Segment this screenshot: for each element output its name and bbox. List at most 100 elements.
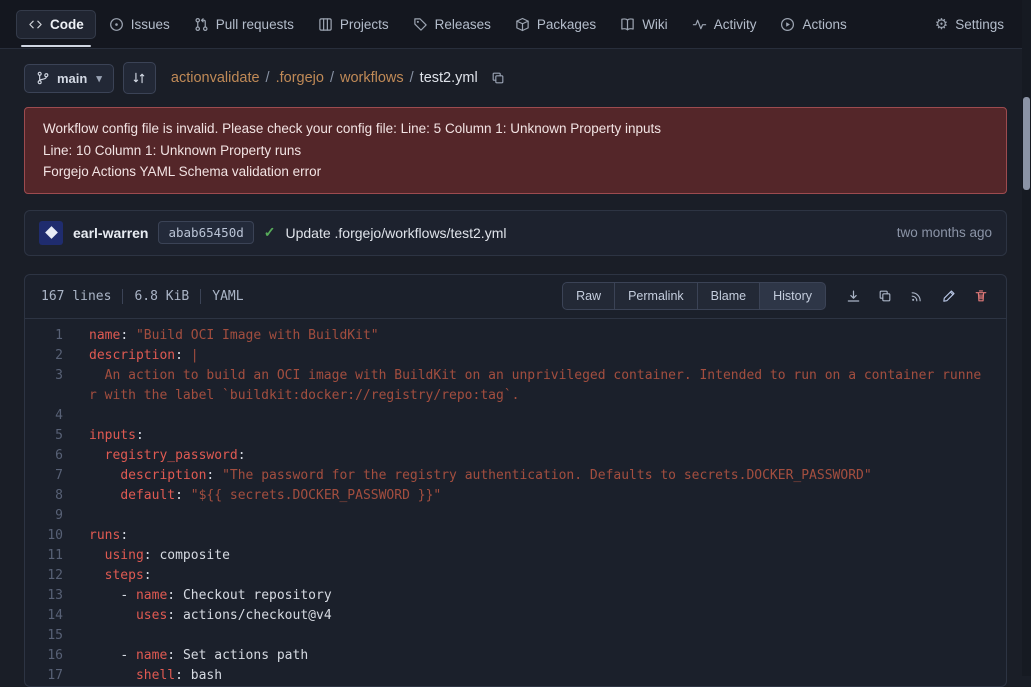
breadcrumb-file-name: test2.yml bbox=[420, 70, 478, 86]
nav-item-label: Releases bbox=[435, 17, 491, 32]
nav-item-label: Projects bbox=[340, 17, 389, 32]
play-circle-icon bbox=[780, 17, 795, 32]
file-size: 6.8 KiB bbox=[134, 289, 189, 304]
package-icon bbox=[515, 17, 530, 32]
code-line: 3 An action to build an OCI image with B… bbox=[25, 366, 1006, 406]
compare-icon bbox=[132, 71, 146, 85]
nav-item-projects[interactable]: Projects bbox=[307, 0, 400, 48]
nav-item-label: Actions bbox=[802, 17, 846, 32]
nav-item-code[interactable]: Code bbox=[16, 10, 96, 39]
code-line: 15 bbox=[25, 626, 1006, 646]
breadcrumb-separator: / bbox=[330, 70, 334, 86]
copy-path-button[interactable] bbox=[491, 71, 505, 85]
delete-button[interactable] bbox=[966, 281, 996, 311]
history-button[interactable]: History bbox=[759, 282, 826, 310]
repo-tab-bar: Code Issues Pull requests Projects Releases P… bbox=[0, 0, 1031, 49]
code-line: 2description: | bbox=[25, 346, 1006, 366]
code-line: 12 steps: bbox=[25, 566, 1006, 586]
divider bbox=[200, 289, 201, 304]
branch-icon bbox=[36, 71, 50, 85]
line-content: description: "The password for the regis… bbox=[77, 466, 1006, 486]
line-number[interactable]: 9 bbox=[25, 506, 77, 526]
commit-message[interactable]: Update .forgejo/workflows/test2.yml bbox=[285, 225, 506, 241]
nav-item-activity[interactable]: Activity bbox=[681, 0, 768, 48]
nav-item-label: Issues bbox=[131, 17, 170, 32]
commit-author[interactable]: earl-warren bbox=[73, 225, 148, 241]
nav-item-issues[interactable]: Issues bbox=[98, 0, 181, 48]
file-header: 167 lines 6.8 KiB YAML RawPermalinkBlame… bbox=[25, 275, 1006, 319]
download-icon bbox=[846, 289, 861, 304]
nav-item-actions[interactable]: Actions bbox=[769, 0, 857, 48]
commit-hash-badge[interactable]: abab65450d bbox=[158, 221, 253, 244]
nav-item-label: Settings bbox=[955, 17, 1004, 32]
line-number[interactable]: 16 bbox=[25, 646, 77, 666]
tag-icon bbox=[413, 17, 428, 32]
nav-item-pull-requests[interactable]: Pull requests bbox=[183, 0, 305, 48]
divider bbox=[122, 289, 123, 304]
download-button[interactable] bbox=[838, 281, 868, 311]
line-content: steps: bbox=[77, 566, 1006, 586]
avatar[interactable] bbox=[39, 221, 63, 245]
commit-status-check-icon[interactable]: ✓ bbox=[264, 224, 276, 241]
nav-item-releases[interactable]: Releases bbox=[402, 0, 502, 48]
nav-item-label: Wiki bbox=[642, 17, 668, 32]
code-line: 5inputs: bbox=[25, 426, 1006, 446]
line-number[interactable]: 15 bbox=[25, 626, 77, 646]
scrollbar-thumb[interactable] bbox=[1023, 97, 1030, 190]
rss-button[interactable] bbox=[902, 281, 932, 311]
edit-icon bbox=[942, 289, 956, 303]
line-number[interactable]: 8 bbox=[25, 486, 77, 506]
breadcrumb-link[interactable]: .forgejo bbox=[276, 70, 324, 86]
line-number[interactable]: 14 bbox=[25, 606, 77, 626]
copy-button[interactable] bbox=[870, 281, 900, 311]
edit-button[interactable] bbox=[934, 281, 964, 311]
code-line: 6 registry_password: bbox=[25, 446, 1006, 466]
code-line: 10runs: bbox=[25, 526, 1006, 546]
breadcrumb-link[interactable]: workflows bbox=[340, 70, 404, 86]
line-content bbox=[77, 406, 1006, 426]
line-number[interactable]: 5 bbox=[25, 426, 77, 446]
code-line: 11 using: composite bbox=[25, 546, 1006, 566]
pulse-icon bbox=[692, 17, 707, 32]
nav-item-label: Code bbox=[50, 17, 84, 32]
line-number[interactable]: 4 bbox=[25, 406, 77, 426]
line-number[interactable]: 7 bbox=[25, 466, 77, 486]
nav-item-settings[interactable]: ⚙ Settings bbox=[924, 0, 1015, 48]
permalink-button[interactable]: Permalink bbox=[614, 282, 698, 310]
compare-button[interactable] bbox=[123, 62, 156, 94]
error-line: Line: 10 Column 1: Unknown Property runs bbox=[43, 140, 988, 162]
line-content: default: "${{ secrets.DOCKER_PASSWORD }}… bbox=[77, 486, 1006, 506]
code-line: 1name: "Build OCI Image with BuildKit" bbox=[25, 326, 1006, 346]
breadcrumb-row: main ▾ actionvalidate / .forgejo / workflows… bbox=[24, 62, 1007, 94]
nav-item-wiki[interactable]: Wiki bbox=[609, 0, 679, 48]
line-content: runs: bbox=[77, 526, 1006, 546]
blame-button[interactable]: Blame bbox=[697, 282, 760, 310]
line-content: uses: actions/checkout@v4 bbox=[77, 606, 1006, 626]
breadcrumb-link[interactable]: actionvalidate bbox=[171, 70, 260, 86]
line-content: inputs: bbox=[77, 426, 1006, 446]
line-number[interactable]: 11 bbox=[25, 546, 77, 566]
line-number[interactable]: 12 bbox=[25, 566, 77, 586]
breadcrumb-separator: / bbox=[266, 70, 270, 86]
chevron-down-icon: ▾ bbox=[96, 72, 102, 85]
file-view-buttons: RawPermalinkBlameHistory bbox=[562, 282, 826, 310]
nav-item-label: Activity bbox=[714, 17, 757, 32]
rss-icon bbox=[910, 289, 924, 303]
projects-icon bbox=[318, 17, 333, 32]
file-tool-icons bbox=[838, 281, 996, 311]
line-number[interactable]: 3 bbox=[25, 366, 77, 406]
file-view: 167 lines 6.8 KiB YAML RawPermalinkBlame… bbox=[24, 274, 1007, 687]
line-number[interactable]: 2 bbox=[25, 346, 77, 366]
page-scrollbar bbox=[1022, 0, 1031, 676]
code-line: 9 bbox=[25, 506, 1006, 526]
raw-button[interactable]: Raw bbox=[562, 282, 615, 310]
line-number[interactable]: 13 bbox=[25, 586, 77, 606]
branch-selector[interactable]: main ▾ bbox=[24, 64, 114, 93]
code-line: 16 - name: Set actions path bbox=[25, 646, 1006, 666]
error-line: Workflow config file is invalid. Please … bbox=[43, 118, 988, 140]
line-number[interactable]: 10 bbox=[25, 526, 77, 546]
line-number[interactable]: 1 bbox=[25, 326, 77, 346]
nav-item-packages[interactable]: Packages bbox=[504, 0, 607, 48]
line-content: An action to build an OCI image with Bui… bbox=[77, 366, 1006, 406]
line-number[interactable]: 6 bbox=[25, 446, 77, 466]
